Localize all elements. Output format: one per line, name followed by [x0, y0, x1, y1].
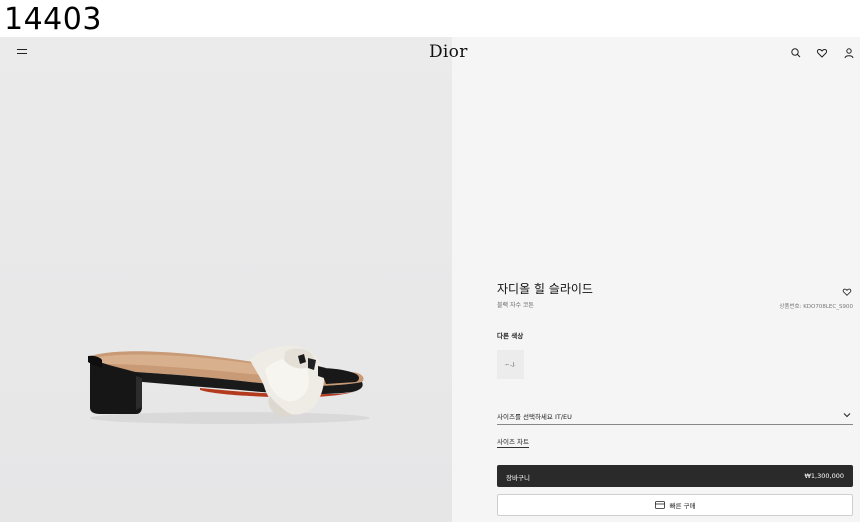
card-icon	[654, 501, 665, 509]
size-select-label: 사이즈를 선택하세요 IT/EU	[497, 413, 572, 421]
size-select[interactable]: 사이즈를 선택하세요 IT/EU	[497, 405, 853, 425]
image-caption: 14403	[4, 2, 102, 37]
brand-logo[interactable]: Dior	[429, 42, 468, 62]
chevron-down-icon	[843, 413, 851, 418]
swatch-thumbnail: ⌐..J.	[505, 361, 516, 368]
cart-button-label: 장바구니	[506, 474, 530, 482]
wishlist-heart-icon[interactable]	[842, 282, 852, 296]
heart-icon[interactable]	[816, 47, 828, 59]
quick-buy-button[interactable]: 빠른 구매	[497, 494, 853, 516]
shoe-image	[88, 345, 370, 424]
product-title: 자디올 힐 슬라이드	[497, 282, 593, 296]
product-sku: 상품번호: KDO708LEC_S900	[779, 304, 853, 310]
search-icon[interactable]	[790, 47, 802, 59]
size-chart-link[interactable]: 사이즈 차트	[497, 436, 529, 448]
color-swatch[interactable]: ⌐..J.	[497, 350, 524, 379]
other-colors-label: 다른 색상	[497, 332, 524, 340]
quick-buy-label: 빠른 구매	[669, 502, 696, 510]
add-to-cart-button[interactable]: 장바구니 ₩1,300,000	[497, 465, 853, 487]
menu-icon[interactable]	[17, 49, 27, 57]
user-icon[interactable]	[843, 47, 855, 59]
product-image-panel	[0, 37, 452, 522]
product-price: ₩1,300,000	[804, 472, 844, 480]
product-subtitle: 블랙 자수 코튼	[497, 302, 534, 309]
